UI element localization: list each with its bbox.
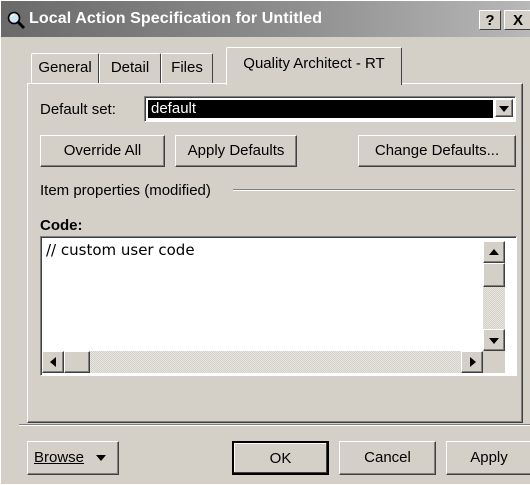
default-set-value: default xyxy=(148,100,493,118)
override-all-button[interactable]: Override All xyxy=(40,135,165,167)
scroll-left-button[interactable] xyxy=(42,351,64,373)
default-set-label: Default set: xyxy=(40,101,116,118)
item-properties-divider xyxy=(233,189,515,191)
scroll-up-button[interactable] xyxy=(483,241,505,263)
dialog-window: Local Action Specification for Untitled … xyxy=(0,0,530,484)
chevron-down-icon xyxy=(96,455,107,462)
arrow-left-icon xyxy=(50,357,56,367)
cancel-button[interactable]: Cancel xyxy=(339,441,436,475)
change-defaults-button[interactable]: Change Defaults... xyxy=(358,135,516,167)
ok-button[interactable]: OK xyxy=(232,441,329,475)
browse-button[interactable]: Browse xyxy=(27,441,119,475)
horizontal-scroll-thumb[interactable] xyxy=(64,351,90,373)
arrow-down-icon xyxy=(489,338,499,344)
browse-label: Browse xyxy=(34,449,85,466)
item-properties-label: Item properties (modified) xyxy=(40,182,211,199)
apply-button[interactable]: Apply xyxy=(446,441,530,475)
horizontal-scrollbar[interactable] xyxy=(42,351,483,373)
dropdown-arrow-button[interactable] xyxy=(495,99,513,117)
scroll-right-button[interactable] xyxy=(461,351,483,373)
vertical-scroll-thumb[interactable] xyxy=(483,263,505,287)
code-text[interactable]: // custom user code xyxy=(46,241,195,259)
scroll-corner xyxy=(483,351,505,373)
footer-divider xyxy=(19,424,530,426)
apply-defaults-button[interactable]: Apply Defaults xyxy=(175,135,297,167)
arrow-right-icon xyxy=(470,357,476,367)
chevron-down-icon xyxy=(499,106,509,112)
default-set-dropdown[interactable]: default xyxy=(144,96,516,122)
scroll-down-button[interactable] xyxy=(483,329,505,351)
vertical-scrollbar[interactable] xyxy=(483,241,505,351)
code-label: Code: xyxy=(40,217,83,234)
arrow-up-icon xyxy=(489,249,499,255)
